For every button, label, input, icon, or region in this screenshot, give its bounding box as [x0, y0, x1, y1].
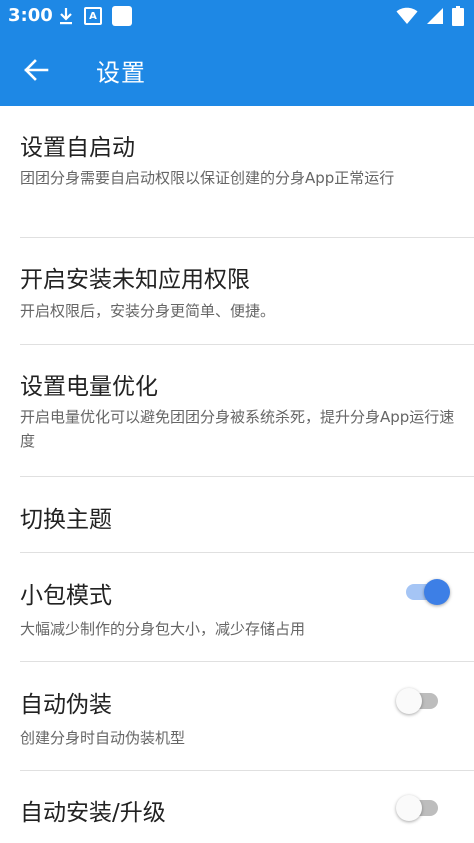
- app-icon: [112, 6, 132, 26]
- setting-description: 大幅减少制作的分身包大小，减少存储占用: [20, 620, 306, 638]
- setting-title: 开启安装未知应用权限: [20, 267, 250, 293]
- system-icons: [396, 6, 464, 26]
- setting-description: 团团分身需要自启动权限以保证创建的分身App正常运行: [20, 169, 395, 187]
- app-bar: 设置: [0, 33, 474, 106]
- app-notification-icon: A: [84, 7, 102, 25]
- setting-description: 创建分身时自动伪装机型: [20, 729, 186, 747]
- toggle-knob: [396, 688, 422, 714]
- back-button[interactable]: [20, 54, 52, 86]
- toggle-knob: [424, 579, 450, 605]
- auto-install-toggle[interactable]: [396, 793, 440, 823]
- signal-icon: [427, 8, 443, 24]
- small-package-toggle[interactable]: [404, 577, 450, 607]
- setting-title: 设置电量优化: [20, 374, 158, 400]
- wifi-icon: [396, 7, 418, 24]
- auto-disguise-toggle[interactable]: [396, 686, 440, 716]
- notification-icons: A: [58, 6, 132, 26]
- setting-auto-disguise[interactable]: 自动伪装 创建分身时自动伪装机型: [0, 662, 474, 771]
- setting-title: 切换主题: [20, 507, 112, 533]
- status-time: 3:00: [8, 5, 53, 26]
- page-title: 设置: [96, 59, 146, 87]
- battery-icon: [452, 6, 464, 26]
- setting-title: 小包模式: [20, 583, 112, 609]
- setting-title: 自动安装/升级: [20, 800, 166, 826]
- status-bar: 3:00 A: [0, 0, 474, 33]
- setting-switch-theme[interactable]: 切换主题: [0, 477, 474, 553]
- setting-small-package-mode[interactable]: 小包模式 大幅减少制作的分身包大小，减少存储占用: [0, 553, 474, 662]
- setting-auto-install-upgrade[interactable]: 自动安装/升级: [0, 771, 474, 843]
- setting-battery-optimization[interactable]: 设置电量优化 开启电量优化可以避免团团分身被系统杀死，提升分身App运行速度: [0, 345, 474, 477]
- download-icon: [60, 8, 72, 25]
- setting-description: 开启电量优化可以避免团团分身被系统杀死，提升分身App运行速度: [20, 408, 455, 450]
- setting-title: 设置自启动: [20, 135, 135, 161]
- toggle-knob: [396, 795, 422, 821]
- setting-install-unknown-apps[interactable]: 开启安装未知应用权限 开启权限后，安装分身更简单、便捷。: [0, 238, 474, 345]
- setting-title: 自动伪装: [20, 692, 112, 718]
- setting-autostart[interactable]: 设置自启动 团团分身需要自启动权限以保证创建的分身App正常运行: [0, 106, 474, 238]
- arrow-left-icon: [24, 59, 49, 81]
- setting-description: 开启权限后，安装分身更简单、便捷。: [20, 302, 276, 320]
